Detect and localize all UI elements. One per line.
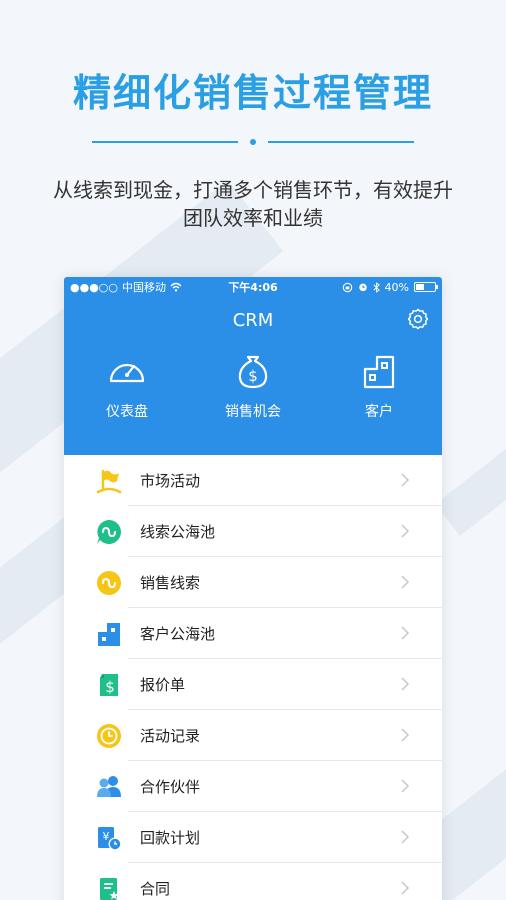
quick-action-opportunities[interactable]: $ 销售机会 <box>198 351 308 421</box>
customer-pool-icon <box>98 622 120 646</box>
promo-title: 精细化销售过程管理 <box>72 71 433 115</box>
chevron-right-icon <box>401 575 410 589</box>
contract-icon <box>100 877 119 900</box>
flag-icon <box>96 469 122 493</box>
alarm-icon <box>358 283 367 292</box>
dollar-bag-icon: $ <box>238 355 268 389</box>
svg-text:¥: ¥ <box>103 830 110 843</box>
chevron-right-icon <box>401 830 410 844</box>
bluetooth-icon <box>373 281 380 293</box>
chevron-right-icon <box>401 779 410 793</box>
chevron-right-icon <box>401 473 410 487</box>
clock-icon <box>97 723 121 748</box>
clue-pool-icon <box>97 519 121 544</box>
list-item-customer-pool[interactable]: 客户公海池 <box>64 608 442 659</box>
phone-screen: ●●●○○ 中国移动 下午4:06 40% CRM 仪表盘 $ 销售机会 客户 … <box>64 277 442 900</box>
battery-percent: 40% <box>384 280 409 294</box>
chevron-right-icon <box>401 626 410 640</box>
list-item-activity-records[interactable]: 活动记录 <box>64 710 442 761</box>
list-item-partners[interactable]: 合作伙伴 <box>64 761 442 812</box>
clue-icon <box>97 570 121 595</box>
partners-icon <box>97 775 121 797</box>
svg-text:$: $ <box>105 678 115 696</box>
list-item-sales-clues[interactable]: 销售线索 <box>64 557 442 608</box>
navbar: CRM <box>64 297 442 343</box>
app-header: ●●●○○ 中国移动 下午4:06 40% CRM 仪表盘 $ 销售机会 客户 <box>64 277 442 455</box>
rotation-lock-icon <box>342 282 352 292</box>
list-item-clue-pool[interactable]: 线索公海池 <box>64 506 442 557</box>
payment-plan-icon: ¥ <box>98 826 122 850</box>
list-item-payment-plan[interactable]: ¥ 回款计划 <box>64 812 442 863</box>
gear-icon[interactable] <box>406 307 430 331</box>
dashboard-icon <box>109 363 145 383</box>
list-item-contracts[interactable]: 合同 <box>64 863 442 900</box>
chevron-right-icon <box>401 677 410 691</box>
quick-action-dashboard[interactable]: 仪表盘 <box>72 351 182 421</box>
chevron-right-icon <box>401 728 410 742</box>
battery-icon <box>414 282 438 292</box>
list-item-quotes[interactable]: $ 报价单 <box>64 659 442 710</box>
quick-action-customers[interactable]: 客户 <box>324 351 434 421</box>
building-icon <box>363 355 395 389</box>
module-list: 市场活动 线索公海池 销售线索 客户公海池 $ 报价单 活动记录 合作伙伴 ¥ … <box>64 455 442 900</box>
app-title: CRM <box>232 309 274 331</box>
quote-icon: $ <box>100 673 118 696</box>
promo-subtitle: 从线索到现金，打通多个销售环节，有效提升团队效率和业绩 <box>53 178 453 230</box>
status-bar: ●●●○○ 中国移动 下午4:06 40% <box>64 277 442 297</box>
list-item-marketing[interactable]: 市场活动 <box>64 455 442 506</box>
quick-actions: 仪表盘 $ 销售机会 客户 <box>64 343 442 421</box>
chevron-right-icon <box>401 881 410 895</box>
chevron-right-icon <box>401 524 410 538</box>
title-divider <box>92 139 414 145</box>
svg-text:$: $ <box>248 367 258 385</box>
